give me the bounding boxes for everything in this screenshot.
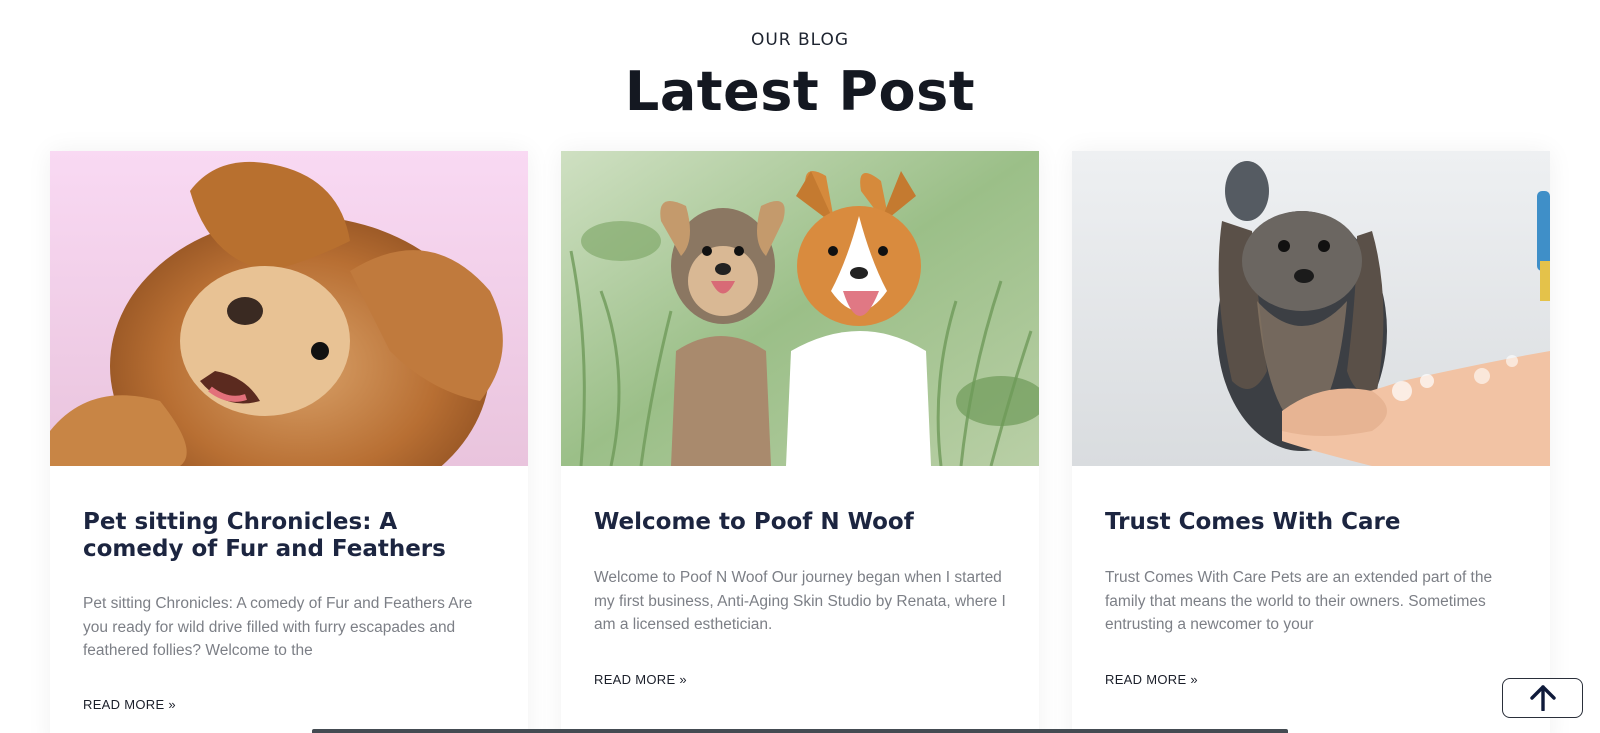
scroll-to-top-button[interactable] [1502, 678, 1583, 718]
fluffy-dog-image [50, 151, 528, 466]
post-title[interactable]: Welcome to Poof N Woof [594, 509, 1006, 536]
two-dogs-image [561, 151, 1039, 466]
read-more-link[interactable]: READ MORE » [1105, 672, 1198, 687]
post-excerpt: Pet sitting Chronicles: A comedy of Fur … [83, 595, 473, 659]
section-heading: Latest Post [624, 60, 976, 123]
read-more-link[interactable]: READ MORE » [83, 697, 176, 712]
post-title[interactable]: Pet sitting Chronicles: A comedy of Fur … [83, 509, 495, 563]
post-excerpt: Welcome to Poof N Woof Our journey began… [594, 569, 1006, 633]
post-thumbnail[interactable] [50, 151, 528, 466]
post-excerpt: Trust Comes With Care Pets are an extend… [1105, 569, 1493, 633]
post-title[interactable]: Trust Comes With Care [1105, 509, 1517, 536]
section-eyebrow: OUR BLOG [750, 30, 850, 50]
blog-card: Welcome to Poof N Woof Welcome to Poof N… [561, 151, 1039, 733]
dog-bath-image [1072, 151, 1550, 466]
blog-card: Trust Comes With Care Trust Comes With C… [1072, 151, 1550, 733]
post-thumbnail[interactable] [1072, 151, 1550, 466]
bottom-overlay-bar [312, 729, 1288, 733]
blog-card: Pet sitting Chronicles: A comedy of Fur … [50, 151, 528, 733]
read-more-link[interactable]: READ MORE » [594, 672, 687, 687]
post-thumbnail[interactable] [561, 151, 1039, 466]
arrow-up-icon [1529, 685, 1556, 711]
